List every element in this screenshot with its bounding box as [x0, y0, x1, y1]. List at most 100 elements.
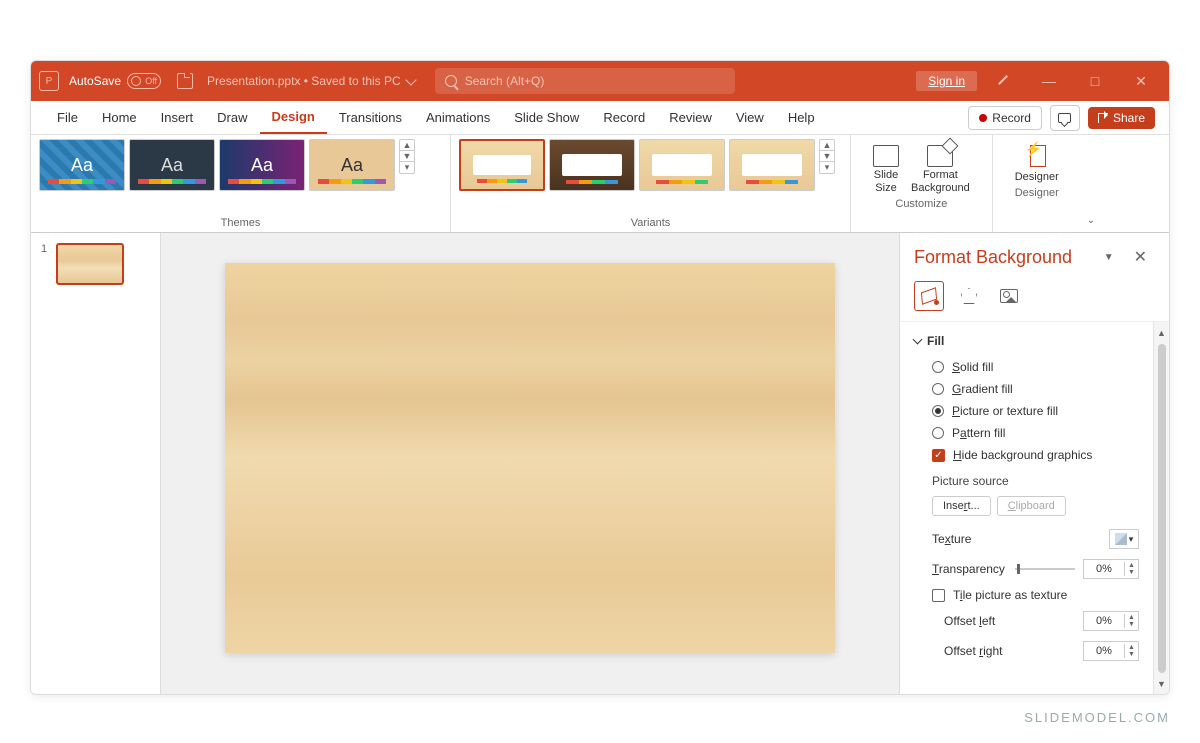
transparency-spinner[interactable]: 0%▲▼ [1083, 559, 1139, 579]
autosave-label: AutoSave [69, 74, 121, 88]
share-button[interactable]: Share [1088, 107, 1155, 129]
picture-source-label: Picture source [914, 466, 1139, 492]
pane-scrollbar[interactable]: ▲ ▼ [1153, 322, 1169, 695]
maximize-button[interactable]: □ [1075, 61, 1115, 101]
offset-left-label: Offset left [932, 614, 1075, 628]
toggle-switch[interactable]: Off [127, 73, 161, 89]
variant-thumb[interactable] [639, 139, 725, 191]
tab-home[interactable]: Home [90, 101, 149, 134]
clipboard-button[interactable]: Clipboard [997, 496, 1066, 516]
comment-icon [1058, 113, 1071, 123]
variant-thumb[interactable] [549, 139, 635, 191]
variant-thumb[interactable] [459, 139, 545, 191]
search-icon [445, 75, 457, 87]
search-placeholder: Search (Alt+Q) [465, 74, 545, 88]
search-box[interactable]: Search (Alt+Q) [435, 68, 735, 94]
workspace: 1 Format Background ▼ ✕ Fill Solid fill … [31, 233, 1169, 695]
pen-mode-button[interactable] [983, 61, 1023, 101]
scroll-thumb[interactable] [1158, 344, 1166, 673]
signin-button[interactable]: Sign in [916, 71, 977, 91]
theme-thumb[interactable]: Aa [129, 139, 215, 191]
chevron-down-icon [405, 74, 416, 85]
tab-transitions[interactable]: Transitions [327, 101, 414, 134]
insert-button[interactable]: Insert... [932, 496, 991, 516]
fill-section-header[interactable]: Fill [914, 330, 1139, 356]
variants-gallery-scroll[interactable]: ▲▼▾ [819, 139, 835, 174]
offset-left-spinner[interactable]: 0%▲▼ [1083, 611, 1139, 631]
pane-close-button[interactable]: ✕ [1126, 243, 1155, 271]
pen-icon [996, 74, 1010, 88]
effects-tab[interactable] [954, 281, 984, 311]
theme-thumb[interactable]: Aa [219, 139, 305, 191]
offset-right-spinner[interactable]: 0%▲▼ [1083, 641, 1139, 661]
theme-thumb[interactable]: Aa [309, 139, 395, 191]
image-icon [1000, 289, 1018, 303]
theme-thumb[interactable]: Aa [39, 139, 125, 191]
titlebar: P AutoSave Off Presentation.pptx • Saved… [31, 61, 1169, 101]
variant-thumb[interactable] [729, 139, 815, 191]
designer-icon [1027, 145, 1047, 169]
document-title[interactable]: Presentation.pptx • Saved to this PC [207, 74, 415, 88]
tab-file[interactable]: File [45, 101, 90, 134]
minimize-button[interactable]: — [1029, 61, 1069, 101]
tab-review[interactable]: Review [657, 101, 724, 134]
record-button[interactable]: Record [968, 106, 1042, 130]
ribbon-body: Aa Aa Aa Aa ▲▼▾ Themes ▲▼▾ Variants Slid… [31, 135, 1169, 233]
pane-title: Format Background [914, 247, 1072, 268]
radio-icon [932, 361, 944, 373]
comments-button[interactable] [1050, 105, 1080, 131]
slide-size-icon [873, 145, 899, 167]
tab-draw[interactable]: Draw [205, 101, 259, 134]
slide-size-button[interactable]: Slide Size [873, 145, 899, 195]
group-label-themes: Themes [39, 214, 442, 232]
themes-gallery-scroll[interactable]: ▲▼▾ [399, 139, 415, 174]
paint-bucket-icon [921, 288, 937, 304]
tile-checkbox[interactable]: Tile picture as texture [914, 584, 1139, 606]
scroll-up-icon[interactable]: ▲ [1155, 326, 1168, 340]
gradient-fill-radio[interactable]: Gradient fill [914, 378, 1139, 400]
tab-record[interactable]: Record [591, 101, 657, 134]
slide-thumbnail[interactable] [56, 243, 124, 285]
radio-icon [932, 405, 944, 417]
designer-button[interactable]: Designer [1015, 145, 1059, 184]
slide-thumbnail-pane: 1 [31, 233, 161, 695]
save-icon[interactable] [177, 73, 193, 89]
picture-fill-radio[interactable]: Picture or texture fill [914, 400, 1139, 422]
format-background-pane: Format Background ▼ ✕ Fill Solid fill Gr… [899, 233, 1169, 695]
hide-bg-checkbox[interactable]: ✓Hide background graphics [914, 444, 1139, 466]
pane-options-dropdown[interactable]: ▼ [1100, 248, 1118, 267]
texture-picker[interactable]: ▾ [1109, 529, 1139, 549]
chevron-down-icon [913, 335, 923, 345]
pentagon-icon [961, 288, 977, 304]
close-button[interactable]: ✕ [1121, 61, 1161, 101]
solid-fill-radio[interactable]: Solid fill [914, 356, 1139, 378]
tab-insert[interactable]: Insert [149, 101, 206, 134]
transparency-label: Transparency [932, 562, 1007, 576]
texture-label: Texture [932, 532, 1101, 546]
autosave-toggle[interactable]: AutoSave Off [69, 73, 167, 89]
texture-swatch-icon [1115, 533, 1127, 545]
scroll-down-icon[interactable]: ▼ [1155, 677, 1168, 691]
radio-icon [932, 427, 944, 439]
tab-view[interactable]: View [724, 101, 776, 134]
tab-help[interactable]: Help [776, 101, 827, 134]
ribbon-tabs: File Home Insert Draw Design Transitions… [31, 101, 1169, 135]
tab-slideshow[interactable]: Slide Show [502, 101, 591, 134]
fill-tab[interactable] [914, 281, 944, 311]
pattern-fill-radio[interactable]: Pattern fill [914, 422, 1139, 444]
format-bg-icon [927, 145, 953, 167]
checkbox-icon: ✓ [932, 449, 945, 462]
app-icon: P [39, 71, 59, 91]
record-dot-icon [979, 114, 987, 122]
slide-canvas-area [161, 233, 899, 695]
format-background-button[interactable]: Format Background [911, 145, 970, 195]
transparency-slider[interactable] [1015, 568, 1075, 570]
group-label-customize: Customize [859, 195, 984, 213]
tab-animations[interactable]: Animations [414, 101, 502, 134]
collapse-ribbon-button[interactable]: ⌄ [1081, 209, 1101, 232]
slide-canvas[interactable] [225, 263, 835, 653]
group-label-designer: Designer [1001, 184, 1073, 202]
group-label-variants: Variants [459, 214, 842, 232]
picture-tab[interactable] [994, 281, 1024, 311]
tab-design[interactable]: Design [260, 101, 327, 134]
